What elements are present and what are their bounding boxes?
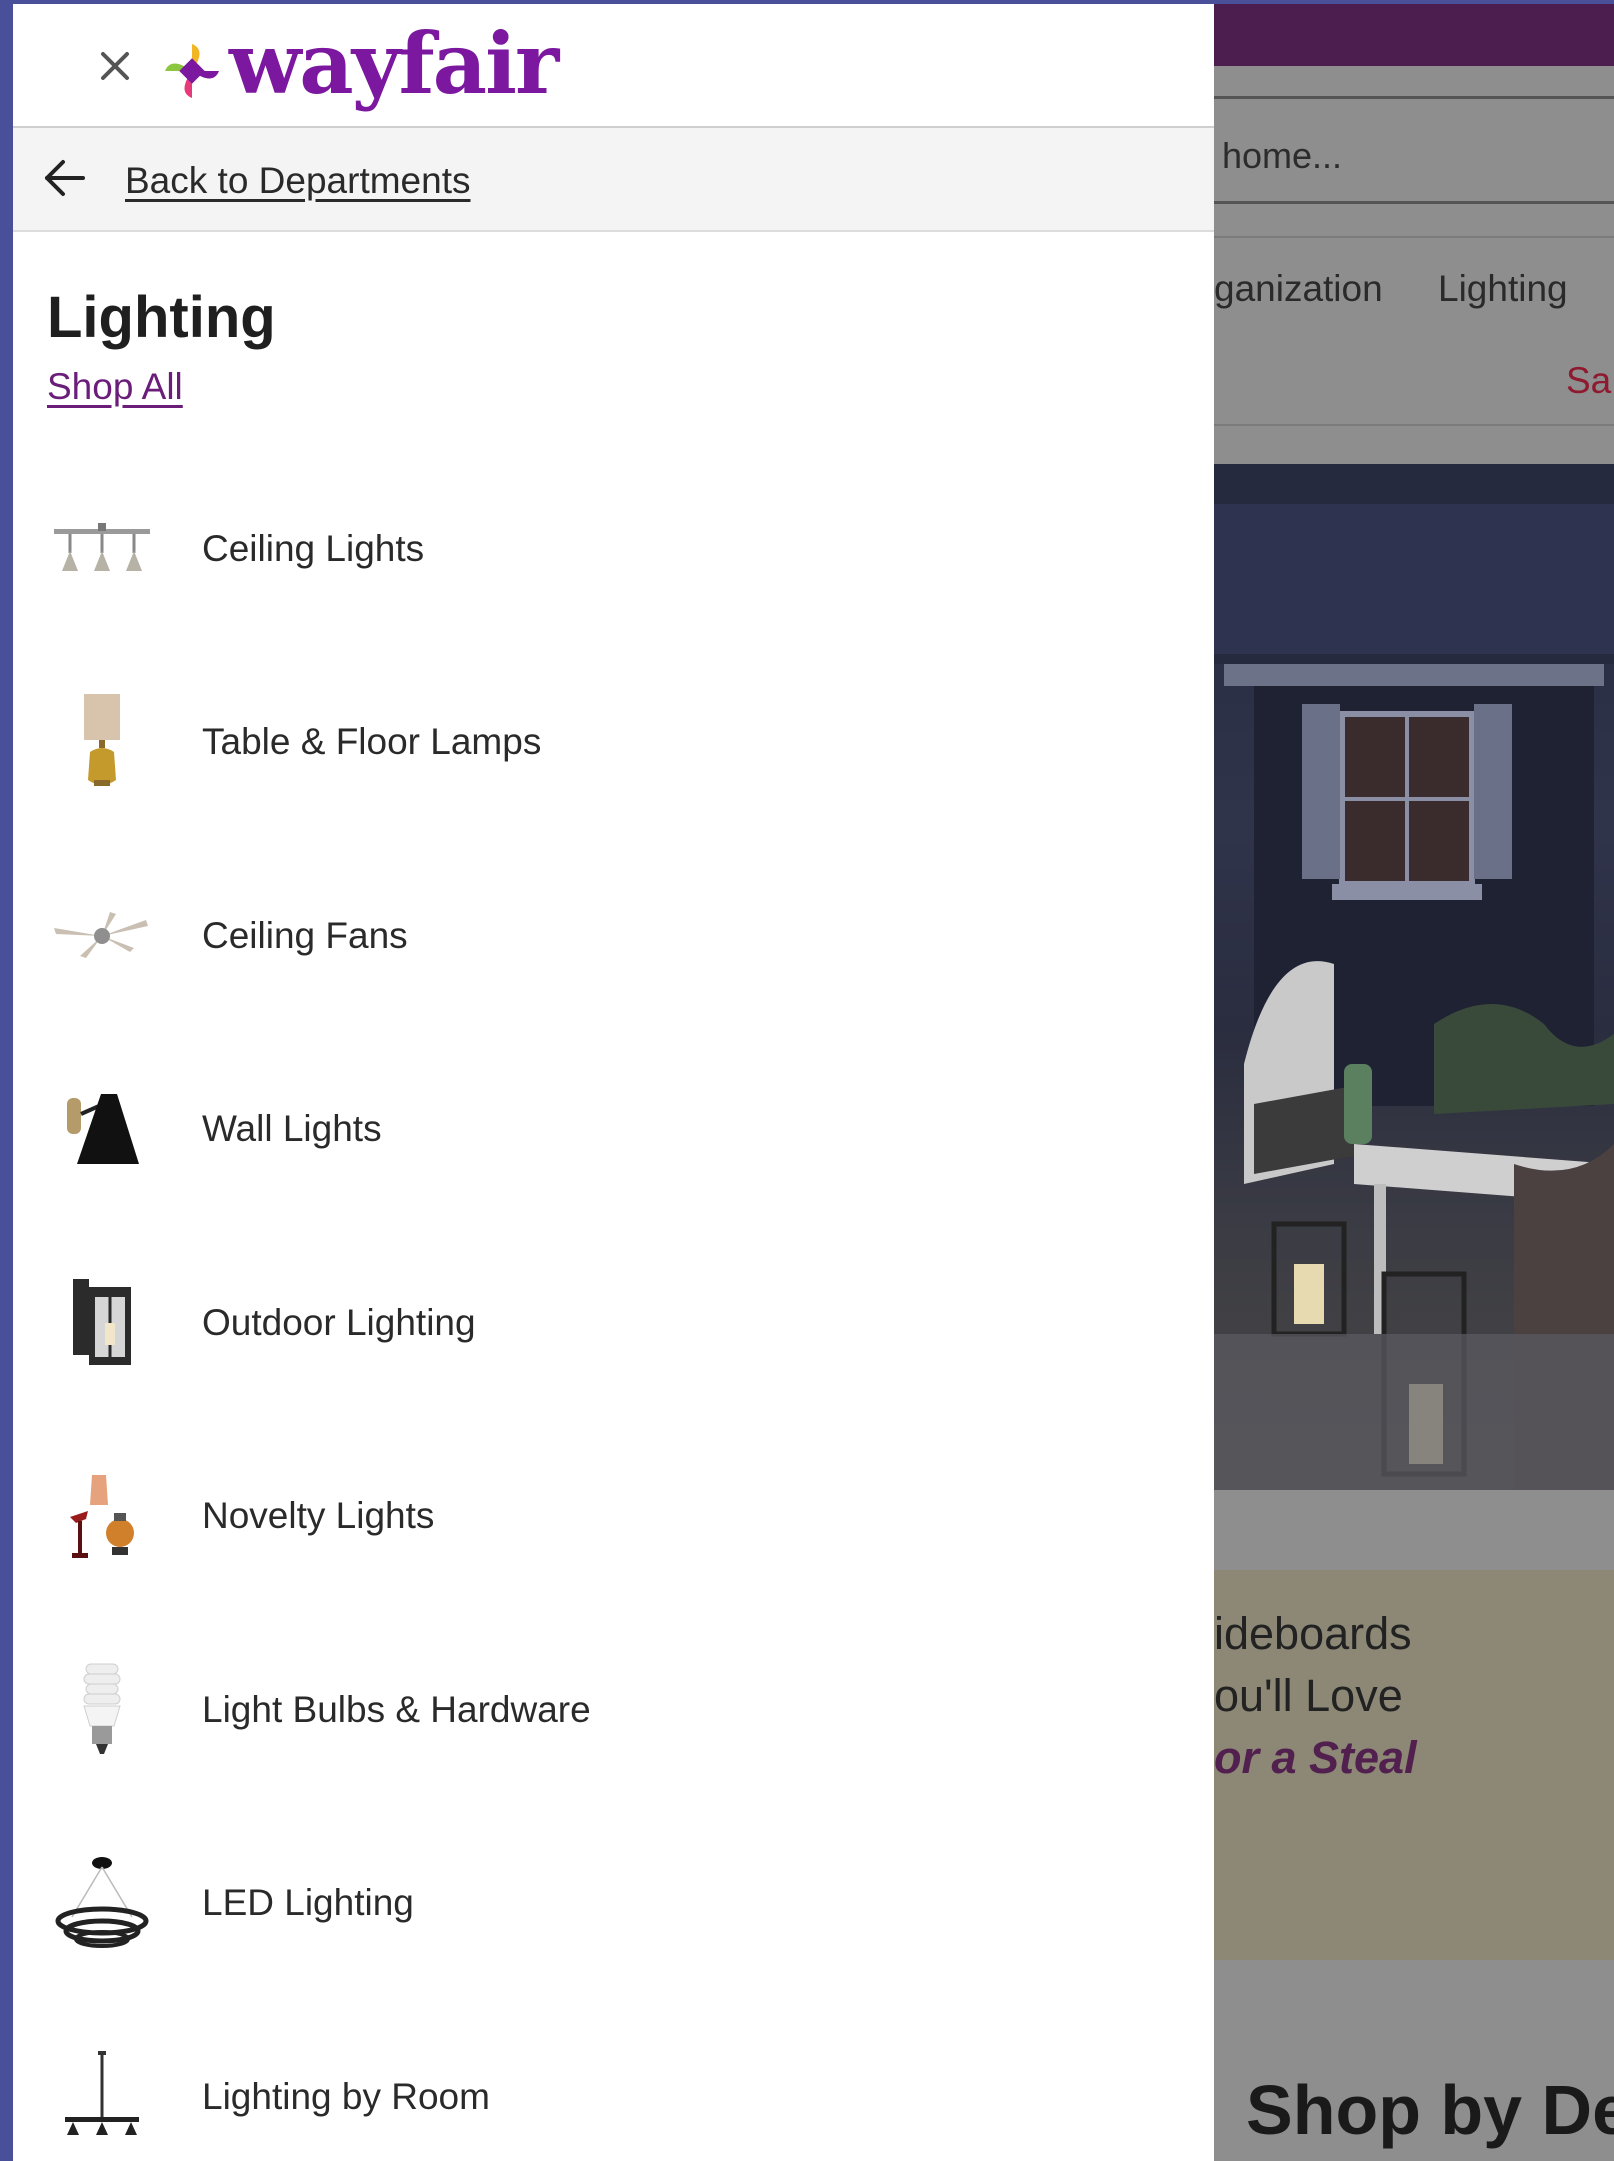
banner-line-2: ou'll Love — [1214, 1670, 1403, 1721]
background-search-text: home... — [1222, 135, 1343, 176]
category-ceiling-fans[interactable]: Ceiling Fans — [13, 839, 1214, 1033]
category-label: Ceiling Fans — [202, 914, 408, 956]
category-label: Ceiling Lights — [202, 527, 425, 569]
category-light-bulbs-hardware[interactable]: Light Bulbs & Hardware — [13, 1613, 1214, 1807]
category-label: Table & Floor Lamps — [202, 721, 542, 763]
background-promo-banner: ideboards ou'll Love or a Steal — [1214, 1570, 1614, 1960]
background-page: home... ganization Lighting Sa ideboards… — [1214, 4, 1614, 2161]
drawer-header: wayfair — [13, 4, 1214, 128]
pendant-light-icon — [47, 2042, 157, 2152]
section-title: Lighting — [47, 285, 276, 350]
category-lighting-by-room[interactable]: Lighting by Room — [13, 2000, 1214, 2161]
novelty-light-icon — [47, 1461, 157, 1571]
banner-line-3: or a Steal — [1214, 1732, 1417, 1783]
patio-scene-image — [1214, 464, 1614, 1490]
banner-line-1: ideboards — [1214, 1608, 1412, 1659]
category-list: Ceiling Lights Table & Floor Lamps Ceili… — [13, 452, 1214, 2161]
back-to-departments-bar[interactable]: Back to Departments — [13, 128, 1214, 232]
arrow-left-icon — [45, 160, 85, 196]
close-button[interactable] — [85, 36, 145, 96]
background-nav-sale: Sa — [1566, 360, 1612, 401]
led-ring-light-icon — [47, 1848, 157, 1958]
category-ceiling-lights[interactable]: Ceiling Lights — [13, 452, 1214, 646]
category-led-lighting[interactable]: LED Lighting — [13, 1807, 1214, 2001]
outdoor-lantern-icon — [47, 1268, 157, 1378]
ceiling-fan-icon — [47, 881, 157, 991]
category-label: LED Lighting — [202, 1882, 414, 1924]
back-to-departments-link[interactable]: Back to Departments — [125, 160, 470, 202]
ceiling-light-icon — [47, 494, 157, 604]
category-label: Wall Lights — [202, 1108, 382, 1150]
category-label: Novelty Lights — [202, 1495, 435, 1537]
table-lamp-icon — [47, 687, 157, 797]
background-nav-item-lighting: Lighting — [1438, 268, 1568, 309]
background-shop-by-heading: Shop by De — [1246, 2071, 1614, 2149]
category-novelty-lights[interactable]: Novelty Lights — [13, 1420, 1214, 1614]
category-wall-lights[interactable]: Wall Lights — [13, 1033, 1214, 1227]
category-label: Light Bulbs & Hardware — [202, 1688, 591, 1730]
wayfair-pinwheel-icon — [165, 44, 219, 98]
lighting-departments-drawer: wayfair Back to Departments Lighting Sho… — [13, 4, 1214, 2161]
category-outdoor-lighting[interactable]: Outdoor Lighting — [13, 1226, 1214, 1420]
category-label: Lighting by Room — [202, 2075, 490, 2117]
close-icon — [101, 52, 129, 80]
category-label: Outdoor Lighting — [202, 1301, 476, 1343]
background-nav: ganization Lighting Sa — [1214, 236, 1614, 426]
category-table-floor-lamps[interactable]: Table & Floor Lamps — [13, 646, 1214, 840]
background-nav-item-organization: ganization — [1214, 268, 1383, 309]
background-top-bar — [1214, 4, 1614, 66]
wayfair-logo[interactable]: wayfair — [161, 14, 559, 114]
light-bulb-icon — [47, 1655, 157, 1765]
wall-light-icon — [47, 1074, 157, 1184]
wayfair-wordmark: wayfair — [229, 14, 559, 113]
background-hero-image — [1214, 464, 1614, 1490]
background-search-input: home... — [1214, 96, 1614, 204]
shop-all-link[interactable]: Shop All — [47, 366, 183, 408]
